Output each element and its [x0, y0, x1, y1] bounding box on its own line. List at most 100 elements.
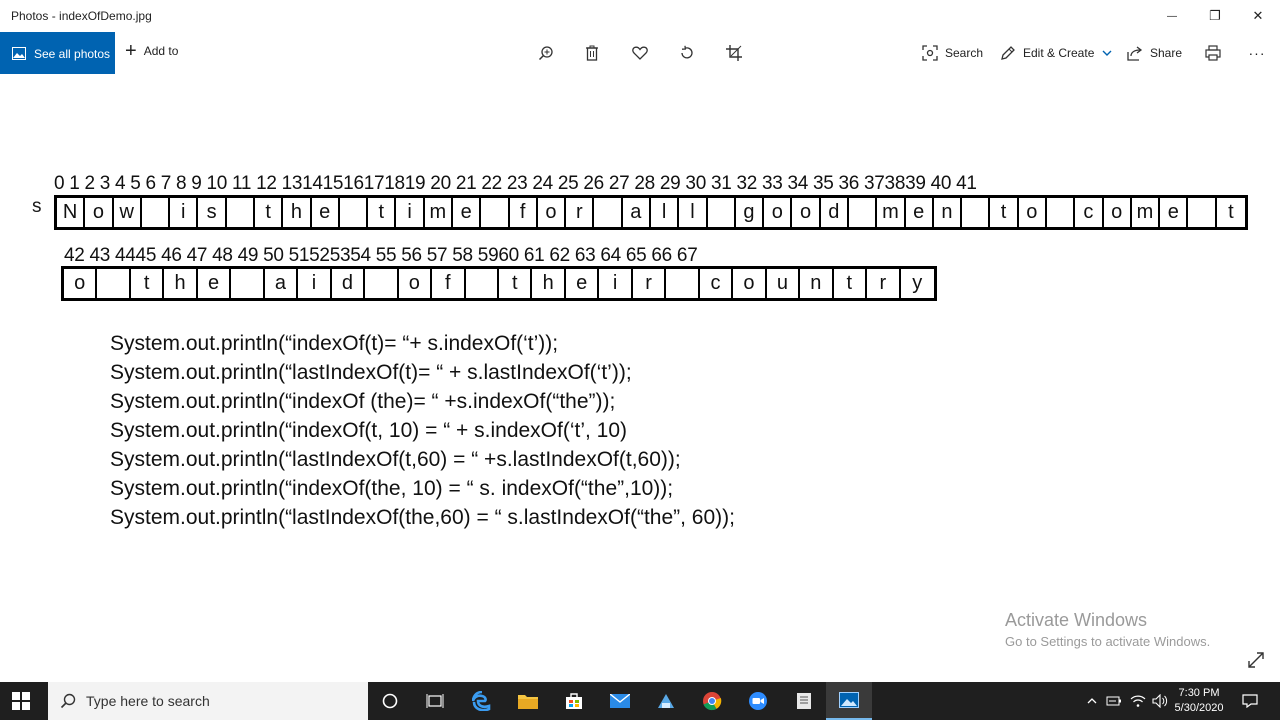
window-title: Photos - indexOfDemo.jpg — [11, 9, 152, 23]
char-cell: w — [114, 198, 142, 227]
app-taskbar-button[interactable] — [643, 682, 689, 720]
network-tray-button[interactable] — [1104, 682, 1124, 720]
zoom-icon — [538, 46, 553, 61]
taskbar-search-box[interactable]: Type here to search — [48, 682, 368, 720]
taskbar: Type here to search 7:30 PM 5/30/2020 — [0, 682, 1280, 720]
taskbar-clock[interactable]: 7:30 PM 5/30/2020 — [1168, 686, 1230, 716]
tray-overflow-button[interactable] — [1084, 682, 1100, 720]
char-cell: r — [867, 269, 901, 298]
notifications-button[interactable] — [1238, 682, 1262, 720]
edge-icon — [472, 691, 491, 711]
search-icon — [60, 693, 76, 709]
char-cell — [231, 269, 265, 298]
zoom-app-button[interactable] — [735, 682, 781, 720]
string-row-2: otheaidoftheircountry — [61, 266, 937, 301]
code-line: System.out.println(“lastIndexOf(t)= “ + … — [110, 361, 632, 384]
cortana-button[interactable] — [367, 682, 413, 720]
char-cell: u — [767, 269, 801, 298]
chrome-button[interactable] — [689, 682, 735, 720]
char-cell: m — [1132, 198, 1161, 227]
clock-date: 5/30/2020 — [1174, 702, 1224, 714]
search-label: Search — [945, 46, 984, 60]
photos-taskbar-button[interactable] — [826, 682, 872, 720]
char-cell — [849, 198, 878, 227]
char-cell — [594, 198, 623, 227]
video-call-icon — [749, 692, 767, 710]
char-cell: o — [85, 198, 114, 227]
rotate-button[interactable] — [676, 43, 698, 63]
char-cell: r — [566, 198, 595, 227]
char-cell — [666, 269, 700, 298]
see-all-photos-button[interactable]: See all photos — [0, 32, 115, 75]
taskbar-search-placeholder: Type here to search — [86, 693, 210, 709]
char-cell: t — [1228, 201, 1234, 223]
start-button[interactable] — [12, 692, 30, 715]
chevron-up-icon — [1087, 698, 1097, 704]
char-cell: o — [64, 269, 98, 298]
add-to-button[interactable]: + Add to — [125, 41, 178, 61]
char-cell: t — [255, 198, 284, 227]
store-button[interactable] — [551, 682, 597, 720]
folder-icon — [518, 695, 538, 709]
char-cell: m — [877, 198, 906, 227]
char-cell: e — [566, 269, 600, 298]
char-cell: e — [198, 269, 232, 298]
char-cell: a — [265, 269, 299, 298]
task-view-button[interactable] — [412, 682, 458, 720]
favorite-button[interactable] — [629, 43, 651, 63]
activation-watermark-title: Activate Windows — [1005, 610, 1148, 630]
notes-button[interactable] — [781, 682, 827, 720]
char-cell: c — [700, 269, 734, 298]
minimize-button[interactable]: — — [1149, 0, 1195, 32]
edit-icon — [1001, 46, 1015, 60]
maximize-button[interactable]: ❐ — [1192, 0, 1238, 32]
clock-time: 7:30 PM — [1178, 687, 1220, 699]
volume-icon — [1152, 694, 1168, 708]
close-icon: ✕ — [1252, 8, 1264, 23]
file-explorer-button[interactable] — [505, 682, 551, 720]
close-button[interactable]: ✕ — [1235, 0, 1280, 32]
share-button[interactable]: Share — [1127, 43, 1182, 63]
char-cell: n — [800, 269, 834, 298]
crop-button[interactable] — [723, 43, 745, 63]
mail-button[interactable] — [597, 682, 643, 720]
char-cell: e — [906, 198, 934, 227]
see-all-photos-label: See all photos — [34, 46, 111, 61]
share-icon — [1127, 45, 1143, 61]
chevron-down-icon — [1102, 50, 1112, 56]
char-cell: d — [332, 269, 366, 298]
volume-tray-button[interactable] — [1150, 682, 1170, 720]
delete-button[interactable] — [581, 43, 603, 63]
char-cell: d — [821, 198, 849, 227]
fullscreen-button[interactable] — [1246, 650, 1266, 675]
char-cell — [466, 269, 499, 298]
edit-create-button[interactable]: Edit & Create — [1000, 43, 1119, 63]
char-cell — [365, 269, 399, 298]
more-button[interactable]: ··· — [1246, 43, 1268, 63]
search-button[interactable]: Search — [922, 43, 983, 63]
more-icon: ··· — [1248, 45, 1266, 61]
search-photo-icon — [922, 45, 938, 61]
char-cell — [708, 198, 736, 227]
zoom-button[interactable] — [535, 43, 557, 63]
code-line: System.out.println(“indexOf(t)= “+ s.ind… — [110, 332, 559, 355]
string-row-1: Nowisthetimeforallgoodmentocomet — [54, 195, 1248, 230]
char-cell — [481, 198, 510, 227]
char-cell: t — [368, 198, 397, 227]
battery-network-icon — [1106, 696, 1121, 706]
share-label: Share — [1150, 46, 1183, 60]
char-cell: h — [164, 269, 198, 298]
expand-icon — [1248, 652, 1264, 668]
print-button[interactable] — [1202, 43, 1224, 63]
char-cell: l — [679, 198, 708, 227]
char-cell: f — [510, 198, 538, 227]
task-view-icon — [426, 694, 444, 708]
wifi-tray-button[interactable] — [1128, 682, 1148, 720]
char-cell — [227, 198, 255, 227]
wifi-icon — [1130, 695, 1146, 707]
code-line: System.out.println(“lastIndexOf(the,60) … — [110, 506, 735, 529]
char-cell: e — [312, 198, 340, 227]
toolbar: See all photos + Add to Search Edit & Cr… — [0, 32, 1280, 75]
edge-taskbar-button[interactable] — [459, 682, 505, 720]
char-cell: o — [792, 198, 821, 227]
